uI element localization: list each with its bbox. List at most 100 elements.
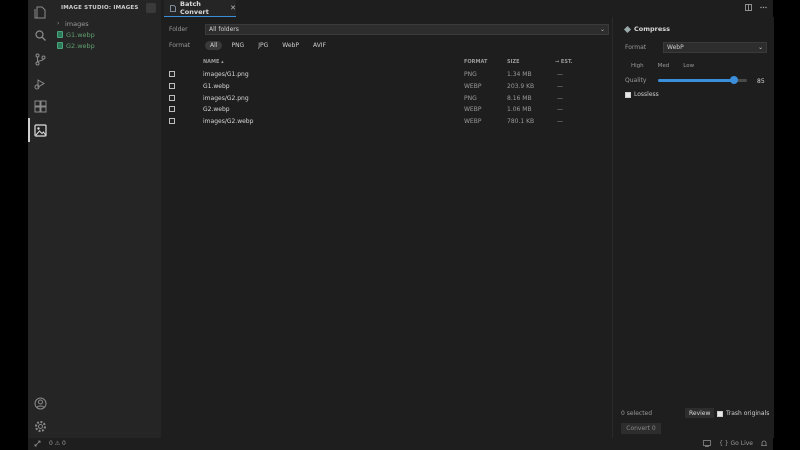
table-row[interactable]: images/G1.png PNG 1.34 MB — xyxy=(169,69,589,80)
active-indicator xyxy=(28,118,30,142)
sidebar-action-button[interactable] xyxy=(146,3,156,13)
row-name: G1.webp xyxy=(203,83,230,90)
review-button[interactable]: Review xyxy=(685,408,715,418)
source-control-icon[interactable] xyxy=(34,53,47,66)
quality-presets: High Med Low xyxy=(631,63,694,69)
row-format: WEBP xyxy=(464,83,482,90)
compress-format-select[interactable]: WebP ⌄ xyxy=(663,42,767,53)
compress-header: Compress xyxy=(623,25,671,33)
preset-med[interactable]: Med xyxy=(658,63,670,69)
chip-jpg[interactable]: JPG xyxy=(253,41,273,50)
quality-label: Quality xyxy=(625,77,647,84)
row-est: — xyxy=(557,95,563,102)
chip-webp[interactable]: WebP xyxy=(277,41,304,50)
problems-indicator[interactable]: 0 ⚠ 0 xyxy=(49,440,66,447)
trash-originals-checkbox[interactable] xyxy=(717,410,723,417)
remote-icon[interactable] xyxy=(34,440,41,447)
chip-png[interactable]: PNG xyxy=(226,41,249,50)
quality-slider[interactable] xyxy=(658,76,747,84)
image-studio-icon[interactable] xyxy=(34,124,47,137)
tree-item-label: G2.webp xyxy=(66,41,95,50)
search-icon[interactable] xyxy=(34,29,47,42)
tree-file-g1[interactable]: G1.webp xyxy=(57,29,95,40)
trash-originals-toggle[interactable]: Trash originals xyxy=(717,410,769,417)
row-size: 8.16 MB xyxy=(507,95,532,102)
image-file-icon xyxy=(57,31,63,38)
compress-panel: Compress Format WebP ⌄ High Med Low Qual… xyxy=(612,17,774,438)
more-actions-icon[interactable] xyxy=(760,4,767,11)
row-name: G2.webp xyxy=(203,106,230,113)
image-file-icon xyxy=(57,42,63,49)
split-editor-icon[interactable] xyxy=(745,4,752,11)
document-icon xyxy=(170,4,176,12)
row-est: — xyxy=(557,83,563,90)
row-checkbox[interactable] xyxy=(169,71,175,77)
table-row[interactable]: images/G2.webp WEBP 780.1 KB — xyxy=(169,116,589,127)
notification-bell-icon[interactable] xyxy=(761,440,767,447)
format-label: Format xyxy=(169,42,191,49)
row-est: — xyxy=(557,118,563,125)
row-checkbox[interactable] xyxy=(169,118,175,124)
row-size: 203.9 KB xyxy=(507,83,535,90)
batch-convert-pane: Folder All folders ⌄ Format All PNG JPG … xyxy=(161,17,611,438)
table-row[interactable]: images/G2.png PNG 8.16 MB — xyxy=(169,93,589,104)
diamond-icon xyxy=(623,25,632,33)
editor-tab-bar: Batch Convert ✕ xyxy=(161,0,773,17)
compress-title: Compress xyxy=(634,25,671,33)
row-est: — xyxy=(557,106,563,113)
chip-all[interactable]: All xyxy=(205,41,223,50)
lossless-toggle[interactable]: Lossless xyxy=(625,91,659,98)
tab-batch-convert[interactable]: Batch Convert ✕ xyxy=(164,0,236,17)
row-size: 1.34 MB xyxy=(507,71,532,78)
format-filter-chips: All PNG JPG WebP AVIF xyxy=(205,41,331,50)
broadcast-icon[interactable] xyxy=(703,440,711,447)
row-size: 780.1 KB xyxy=(507,118,535,125)
folder-select-value: All folders xyxy=(209,26,239,33)
row-checkbox[interactable] xyxy=(169,95,175,101)
quality-slider-handle[interactable] xyxy=(729,76,738,84)
status-right: { } Go Live xyxy=(703,440,767,447)
row-name: images/G2.webp xyxy=(203,118,254,125)
explorer-icon[interactable] xyxy=(34,6,47,19)
chip-avif[interactable]: AVIF xyxy=(308,41,331,50)
selection-count: 0 selected xyxy=(621,410,653,417)
convert-button[interactable]: Convert 0 xyxy=(621,423,661,434)
column-header-size[interactable]: SIZE xyxy=(507,59,520,65)
tree-file-g2[interactable]: G2.webp xyxy=(57,40,95,51)
row-checkbox[interactable] xyxy=(169,106,175,112)
quality-slider-fill xyxy=(658,79,734,82)
preset-low[interactable]: Low xyxy=(683,63,694,69)
folder-select[interactable]: All folders ⌄ xyxy=(205,24,609,35)
status-bar: 0 ⚠ 0 { } Go Live xyxy=(28,438,773,450)
column-header-format[interactable]: FORMAT xyxy=(464,59,487,65)
row-name: images/G2.png xyxy=(203,95,249,102)
row-est: — xyxy=(557,71,563,78)
run-debug-icon[interactable] xyxy=(34,77,47,90)
extensions-icon[interactable] xyxy=(34,100,47,113)
tree-item-label: G1.webp xyxy=(66,30,95,39)
lossless-checkbox[interactable] xyxy=(625,91,631,98)
close-icon[interactable]: ✕ xyxy=(230,4,236,12)
settings-gear-icon[interactable] xyxy=(34,420,47,433)
compress-format-value: WebP xyxy=(667,44,684,51)
lossless-label: Lossless xyxy=(634,91,659,98)
column-header-est[interactable]: → EST. xyxy=(555,59,573,65)
compress-format-label: Format xyxy=(625,44,647,51)
tree-item-label: images xyxy=(65,19,89,28)
table-row[interactable]: G1.webp WEBP 203.9 KB — xyxy=(169,81,589,92)
preset-high[interactable]: High xyxy=(631,63,644,69)
activity-bar xyxy=(28,0,53,438)
column-header-name[interactable]: NAME ▴ xyxy=(203,59,224,65)
editor-actions xyxy=(745,4,767,11)
file-tree: › images G1.webp G2.webp xyxy=(57,18,95,51)
tree-folder-images[interactable]: › images xyxy=(57,18,95,29)
table-row[interactable]: G2.webp WEBP 1.06 MB — xyxy=(169,104,589,115)
chevron-right-icon: › xyxy=(57,20,60,27)
row-name: images/G1.png xyxy=(203,71,249,78)
row-format: PNG xyxy=(464,71,477,78)
go-live-button[interactable]: { } Go Live xyxy=(719,440,753,447)
row-checkbox[interactable] xyxy=(169,83,175,89)
status-left: 0 ⚠ 0 xyxy=(34,440,66,447)
row-format: PNG xyxy=(464,95,477,102)
account-icon[interactable] xyxy=(34,397,47,410)
